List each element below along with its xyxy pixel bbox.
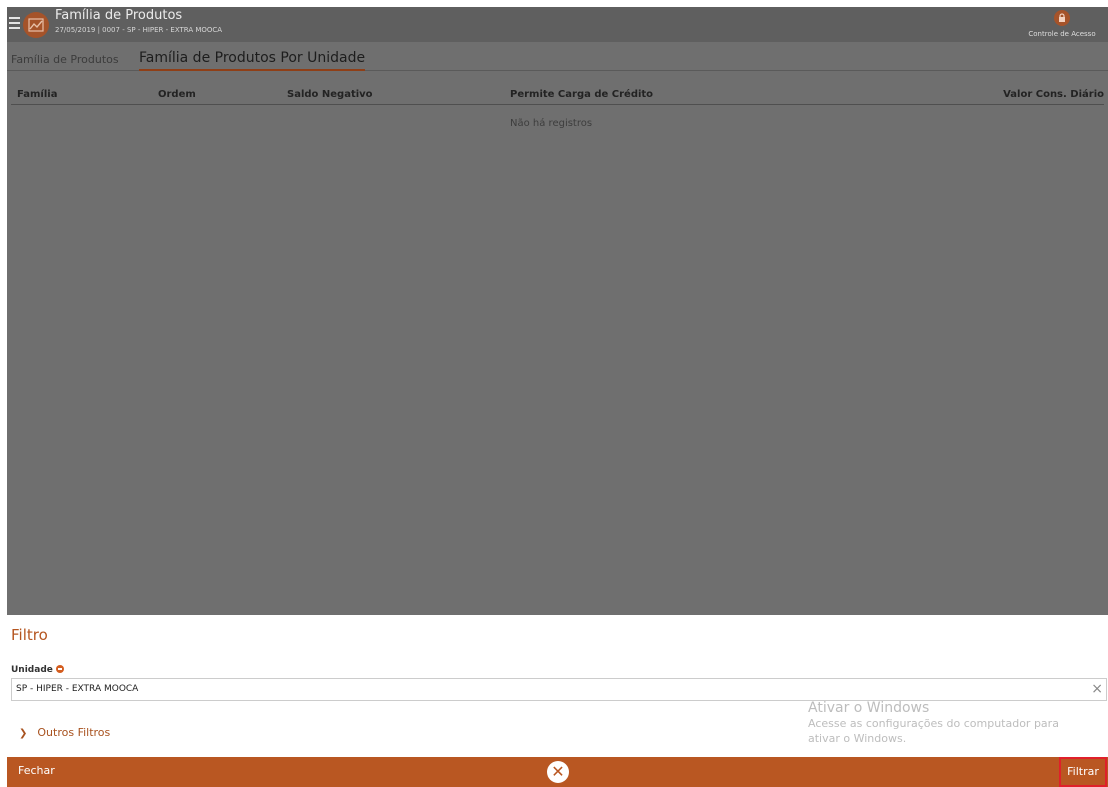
dimmed-overlay: Família de Produtos 27/05/2019 | 0007 - … — [7, 7, 1108, 615]
column-header-valor-cons-diario[interactable]: Valor Cons. Diário — [1003, 89, 1104, 100]
required-dot-icon — [55, 665, 64, 673]
tab-familia-produtos-por-unidade[interactable]: Família de Produtos Por Unidade — [139, 50, 366, 71]
tab-bar: Família de Produtos Família de Produtos … — [7, 47, 1108, 71]
filter-button[interactable]: Filtrar — [1059, 757, 1107, 787]
app-header: Família de Produtos 27/05/2019 | 0007 - … — [7, 7, 1108, 42]
filter-title: Filtro — [11, 626, 48, 644]
access-control-label: Controle de Acesso — [1028, 30, 1096, 38]
unit-select-value: SP - HIPER - EXTRA MOOCA — [16, 684, 139, 694]
chevron-right-icon: ❯ — [19, 728, 28, 739]
watermark-line-1: Acesse as configurações do computador pa… — [808, 717, 1059, 730]
lock-icon — [1054, 10, 1070, 26]
column-header-familia[interactable]: Família — [17, 89, 57, 100]
unit-select-field[interactable]: SP - HIPER - EXTRA MOOCA × — [11, 678, 1107, 701]
page-subtitle: 27/05/2019 | 0007 - SP - HIPER - EXTRA M… — [55, 26, 223, 34]
column-header-permite-carga[interactable]: Permite Carga de Crédito — [510, 89, 653, 100]
windows-activation-watermark: Ativar o Windows Acesse as configurações… — [808, 700, 1059, 746]
more-filters-toggle[interactable]: ❯ Outros Filtros — [19, 726, 110, 739]
column-header-ordem[interactable]: Ordem — [158, 89, 196, 100]
hamburger-menu-icon[interactable] — [9, 17, 20, 29]
app-window: Família de Produtos 27/05/2019 | 0007 - … — [7, 7, 1108, 787]
watermark-title: Ativar o Windows — [808, 700, 930, 716]
unit-label-text: Unidade — [11, 665, 53, 675]
chart-icon — [23, 12, 49, 38]
close-icon[interactable]: ✕ — [547, 761, 569, 783]
unit-label: Unidade — [11, 665, 64, 675]
footer-bar: Fechar ✕ Filtrar — [7, 757, 1108, 787]
clear-icon[interactable]: × — [1091, 681, 1103, 697]
table-header: Família Ordem Saldo Negativo Permite Car… — [11, 85, 1104, 105]
close-button[interactable]: Fechar — [18, 764, 55, 777]
access-control-button[interactable]: Controle de Acesso — [1022, 10, 1102, 40]
page-title: Família de Produtos — [55, 8, 183, 23]
more-filters-label: Outros Filtros — [37, 726, 111, 739]
watermark-line-2: ativar o Windows. — [808, 732, 907, 745]
column-header-saldo-negativo[interactable]: Saldo Negativo — [287, 89, 373, 100]
tab-familia-produtos[interactable]: Família de Produtos — [11, 53, 119, 66]
empty-table-message: Não há registros — [510, 118, 593, 129]
